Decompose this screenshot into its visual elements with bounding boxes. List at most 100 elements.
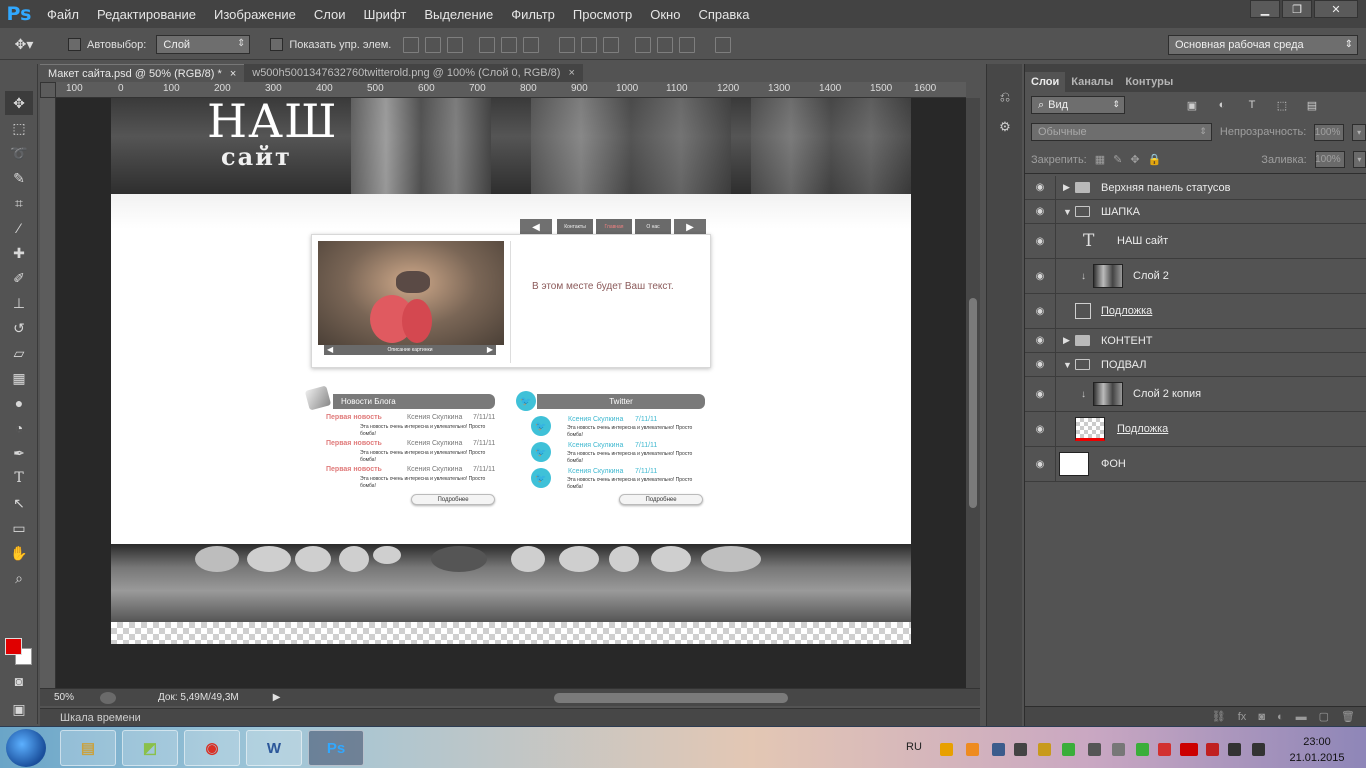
link-layers-icon[interactable]: ⛓ bbox=[1212, 710, 1226, 723]
expand-arrow-icon[interactable]: ▶ bbox=[1063, 335, 1070, 346]
healing-brush-tool-icon[interactable]: ✚ bbox=[5, 241, 33, 265]
foreground-color-swatch[interactable] bbox=[5, 638, 22, 655]
visibility-eye-icon[interactable]: ◉ bbox=[1033, 335, 1047, 347]
menu-type[interactable]: Шрифт bbox=[355, 0, 416, 28]
move-tool-preset-icon[interactable]: ✥▾ bbox=[0, 30, 48, 60]
collapse-arrow-icon[interactable]: ▼ bbox=[1063, 360, 1072, 370]
fill-dropdown-icon[interactable]: ▾ bbox=[1352, 151, 1366, 168]
explorer-taskbar-icon[interactable]: ▤ bbox=[60, 730, 116, 766]
lock-transparency-icon[interactable]: ▦ bbox=[1095, 153, 1105, 166]
tab-channels[interactable]: Каналы bbox=[1065, 72, 1119, 92]
menu-filter[interactable]: Фильтр bbox=[502, 0, 564, 28]
tray-app-icon[interactable] bbox=[940, 743, 953, 756]
tray-app-icon[interactable] bbox=[1112, 743, 1125, 756]
close-window-button[interactable]: ✕ bbox=[1314, 0, 1358, 18]
tray-app-icon[interactable] bbox=[1014, 743, 1027, 756]
visibility-eye-icon[interactable]: ◉ bbox=[1033, 388, 1047, 400]
layer-row[interactable]: ◉ Подложка bbox=[1025, 294, 1366, 329]
auto-align-icon[interactable] bbox=[715, 36, 732, 53]
lasso-tool-icon[interactable]: ➰ bbox=[5, 141, 33, 165]
layer-row[interactable]: ◉ ↓ Слой 2 bbox=[1025, 259, 1366, 294]
layer-row[interactable]: ◉ Подложка bbox=[1025, 412, 1366, 447]
autoselect-checkbox[interactable] bbox=[68, 38, 81, 51]
autoselect-select[interactable]: Слой bbox=[156, 35, 251, 54]
tray-app-icon[interactable] bbox=[1062, 743, 1075, 756]
dodge-tool-icon[interactable]: ◔ bbox=[5, 416, 33, 440]
timeline-label[interactable]: Шкала времени bbox=[60, 712, 141, 724]
menu-image[interactable]: Изображение bbox=[205, 0, 305, 28]
visibility-eye-icon[interactable]: ◉ bbox=[1033, 182, 1047, 194]
status-menu-arrow-icon[interactable]: ▶ bbox=[273, 692, 281, 703]
hand-tool-icon[interactable]: ✋ bbox=[5, 541, 33, 565]
layer-row[interactable]: ◉ ФОН bbox=[1025, 447, 1366, 482]
network-signal-icon[interactable] bbox=[1228, 743, 1241, 756]
tab-close-icon[interactable]: × bbox=[568, 67, 574, 79]
eyedropper-tool-icon[interactable]: ⁄ bbox=[5, 216, 33, 240]
volume-icon[interactable] bbox=[1252, 743, 1265, 756]
filter-shape-icon[interactable]: ⬚ bbox=[1275, 98, 1289, 112]
start-button[interactable] bbox=[6, 729, 46, 767]
type-tool-icon[interactable]: T bbox=[5, 466, 33, 490]
tray-app-icon[interactable] bbox=[1136, 743, 1149, 756]
filter-smart-icon[interactable]: ▤ bbox=[1305, 98, 1319, 112]
system-clock[interactable]: 23:00 21.01.2015 bbox=[1284, 734, 1350, 766]
new-group-icon[interactable]: ▬ bbox=[1296, 711, 1307, 723]
show-controls-checkbox[interactable] bbox=[270, 38, 284, 51]
status-settings-icon[interactable] bbox=[100, 691, 117, 704]
visibility-eye-icon[interactable]: ◉ bbox=[1033, 305, 1047, 317]
lock-all-icon[interactable]: 🔒 bbox=[1148, 153, 1162, 166]
vertical-scrollbar[interactable] bbox=[966, 98, 980, 688]
align-bottom-icon[interactable] bbox=[447, 36, 464, 53]
fill-input[interactable]: 100% bbox=[1314, 151, 1345, 168]
align-top-icon[interactable] bbox=[403, 36, 420, 53]
filter-type-icon[interactable]: T bbox=[1245, 98, 1259, 112]
menu-help[interactable]: Справка bbox=[689, 0, 758, 28]
opacity-input[interactable]: 100% bbox=[1314, 123, 1345, 141]
history-panel-icon[interactable]: ⎌ bbox=[992, 84, 1018, 110]
properties-panel-icon[interactable]: ⚙ bbox=[992, 114, 1018, 140]
distribute-hcenter-icon[interactable] bbox=[657, 36, 674, 53]
horizontal-scroll-thumb[interactable] bbox=[554, 693, 788, 703]
tab-twitter-png[interactable]: w500h5001347632760twitterold.png @ 100% … bbox=[244, 64, 583, 82]
quick-mask-icon[interactable]: ◙ bbox=[5, 669, 33, 693]
opacity-dropdown-icon[interactable]: ▾ bbox=[1352, 123, 1366, 141]
blur-tool-icon[interactable]: ● bbox=[5, 391, 33, 415]
layer-row[interactable]: ◉ T НАШ сайт bbox=[1025, 224, 1366, 259]
workspace-select[interactable]: Основная рабочая среда bbox=[1168, 35, 1358, 55]
chrome-taskbar-icon[interactable]: ◉ bbox=[184, 730, 240, 766]
tray-app-icon[interactable] bbox=[1206, 743, 1219, 756]
visibility-eye-icon[interactable]: ◉ bbox=[1033, 458, 1047, 470]
tab-paths[interactable]: Контуры bbox=[1119, 72, 1179, 92]
expand-arrow-icon[interactable]: ▶ bbox=[1063, 182, 1070, 193]
tray-app-icon[interactable] bbox=[1088, 743, 1101, 756]
align-vcenter-icon[interactable] bbox=[425, 36, 442, 53]
align-hcenter-icon[interactable] bbox=[501, 36, 518, 53]
clone-stamp-tool-icon[interactable]: ⊥ bbox=[5, 291, 33, 315]
move-tool-icon[interactable]: ✥ bbox=[5, 91, 33, 115]
lock-pixels-icon[interactable]: ✎ bbox=[1113, 153, 1122, 166]
adjustment-layer-icon[interactable]: ◐ bbox=[1277, 711, 1284, 723]
word-taskbar-icon[interactable]: W bbox=[246, 730, 302, 766]
menu-window[interactable]: Окно bbox=[641, 0, 689, 28]
gradient-tool-icon[interactable]: ▦ bbox=[5, 366, 33, 390]
sticky-notes-taskbar-icon[interactable]: ◩ bbox=[122, 730, 178, 766]
tray-app-icon[interactable] bbox=[1038, 743, 1051, 756]
align-left-icon[interactable] bbox=[479, 36, 496, 53]
visibility-eye-icon[interactable]: ◉ bbox=[1033, 235, 1047, 247]
distribute-right-icon[interactable] bbox=[679, 36, 696, 53]
collapse-arrow-icon[interactable]: ▼ bbox=[1063, 207, 1072, 217]
vertical-scroll-thumb[interactable] bbox=[969, 298, 977, 508]
eraser-tool-icon[interactable]: ▱ bbox=[5, 341, 33, 365]
filter-adjustment-icon[interactable]: ◐ bbox=[1215, 98, 1229, 112]
layer-row[interactable]: ◉ ▶ КОНТЕНТ bbox=[1025, 329, 1366, 353]
menu-edit[interactable]: Редактирование bbox=[88, 0, 205, 28]
align-right-icon[interactable] bbox=[523, 36, 540, 53]
brush-tool-icon[interactable]: ✐ bbox=[5, 266, 33, 290]
layer-row[interactable]: ◉ ▼ ПОДВАЛ bbox=[1025, 353, 1366, 377]
language-indicator[interactable]: RU bbox=[906, 741, 922, 753]
minimize-button[interactable]: ▁ bbox=[1250, 0, 1280, 18]
crop-tool-icon[interactable]: ⌗ bbox=[5, 191, 33, 215]
distribute-bottom-icon[interactable] bbox=[603, 36, 620, 53]
distribute-left-icon[interactable] bbox=[635, 36, 652, 53]
lock-position-icon[interactable]: ✥ bbox=[1130, 153, 1139, 166]
